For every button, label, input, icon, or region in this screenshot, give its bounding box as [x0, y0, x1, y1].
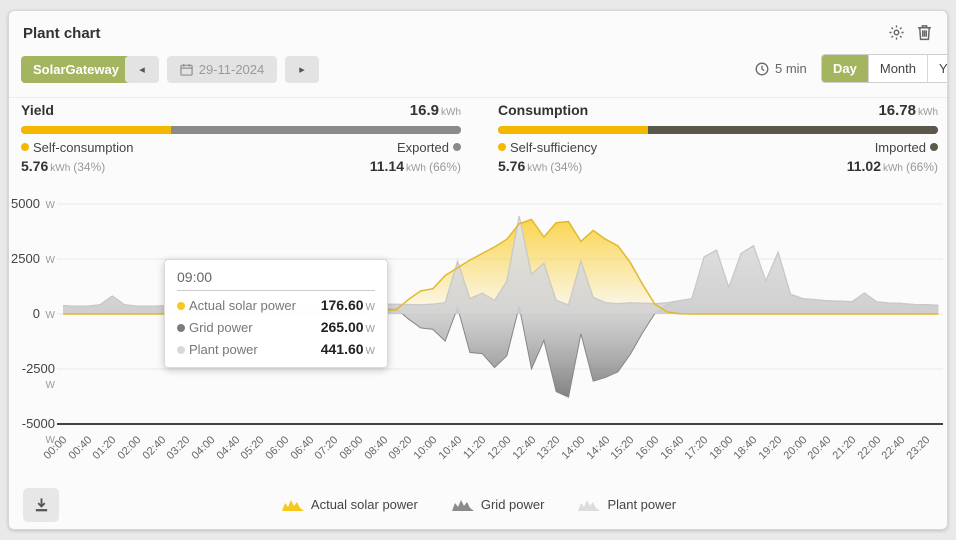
area-series-icon	[578, 498, 600, 511]
self-consumption-value: 5.76kWh(34%)	[21, 158, 105, 174]
tab-month[interactable]: Month	[869, 55, 928, 82]
trash-icon[interactable]	[915, 23, 933, 41]
consumption-bar	[498, 126, 938, 134]
yield-total: 16.9kWh	[410, 102, 461, 119]
plant-chart-card: Plant chart SolarGateway ◂ 29-11-2024 ▸ …	[8, 10, 948, 530]
self-sufficiency-value: 5.76kWh(34%)	[498, 158, 582, 174]
tab-year[interactable]: Year	[928, 55, 948, 82]
imported-label: Imported	[875, 140, 938, 155]
legend-item[interactable]: Grid power	[452, 497, 545, 512]
legend-item[interactable]: Actual solar power	[282, 497, 418, 512]
legend-item[interactable]: Plant power	[578, 497, 676, 512]
yield-bar-exported	[171, 126, 461, 134]
clock-icon	[755, 62, 769, 76]
consumption-title: Consumption	[498, 102, 588, 118]
y-axis-label: -5000 W	[9, 416, 55, 446]
self-consumption-label: Self-consumption	[21, 140, 133, 155]
interval-indicator: 5 min	[755, 61, 807, 76]
chart-legend: Actual solar power Grid power Plant power	[9, 497, 948, 512]
exported-label: Exported	[397, 140, 461, 155]
consumption-bar-selfsufficiency	[498, 126, 648, 134]
yield-bar-selfconsumption	[21, 126, 171, 134]
next-day-button[interactable]: ▸	[285, 56, 319, 83]
header-actions	[887, 23, 933, 41]
prev-day-button[interactable]: ◂	[125, 56, 159, 83]
tab-day[interactable]: Day	[822, 55, 869, 82]
chevron-right-icon: ▸	[299, 63, 305, 76]
tooltip-row-solar: Actual solar power 176.60W	[177, 297, 375, 313]
yield-panel: Yield 16.9kWh Self-consumption Exported …	[21, 102, 461, 174]
self-consumption-dot	[21, 143, 29, 151]
period-tabs: Day Month Year	[821, 54, 948, 83]
summary-section: Yield 16.9kWh Self-consumption Exported …	[9, 97, 947, 185]
tooltip-time: 09:00	[177, 269, 375, 291]
date-value: 29-11-2024	[199, 62, 265, 77]
self-sufficiency-dot	[498, 143, 506, 151]
date-picker-button[interactable]: 29-11-2024	[167, 56, 277, 83]
y-axis-label: 2500 W	[9, 251, 55, 266]
calendar-icon	[180, 63, 193, 76]
tooltip-row-grid: Grid power 265.00W	[177, 319, 375, 335]
page-title: Plant chart	[23, 25, 101, 42]
imported-value: 11.02kWh(66%)	[847, 158, 938, 174]
y-axis-label: -2500 W	[9, 361, 55, 391]
legend-label: Actual solar power	[311, 497, 418, 512]
exported-value: 11.14kWh(66%)	[370, 158, 461, 174]
area-series-icon	[452, 498, 474, 511]
imported-dot	[930, 143, 938, 151]
area-series-icon	[282, 498, 304, 511]
interval-label: 5 min	[775, 61, 807, 76]
consumption-bar-imported	[648, 126, 938, 134]
self-sufficiency-label: Self-sufficiency	[498, 140, 597, 155]
grid-dot	[177, 324, 185, 332]
tooltip-row-plant: Plant power 441.60W	[177, 341, 375, 357]
power-chart[interactable]: 5000 W2500 W0 W-2500 W-5000 W00:0000:400…	[9, 191, 948, 491]
plant-dot	[177, 346, 185, 354]
yield-bar	[21, 126, 461, 134]
legend-label: Grid power	[481, 497, 545, 512]
chevron-left-icon: ◂	[139, 63, 145, 76]
consumption-panel: Consumption 16.78kWh Self-sufficiency Im…	[498, 102, 938, 174]
solar-dot	[177, 302, 185, 310]
consumption-total: 16.78kWh	[878, 102, 938, 119]
gear-icon[interactable]	[887, 23, 905, 41]
chart-tooltip: 09:00 Actual solar power 176.60W Grid po…	[164, 259, 388, 368]
y-axis-label: 5000 W	[9, 196, 55, 211]
y-axis-label: 0 W	[9, 306, 55, 321]
gateway-button[interactable]: SolarGateway	[21, 56, 131, 83]
legend-label: Plant power	[607, 497, 676, 512]
exported-dot	[453, 143, 461, 151]
yield-title: Yield	[21, 102, 54, 118]
